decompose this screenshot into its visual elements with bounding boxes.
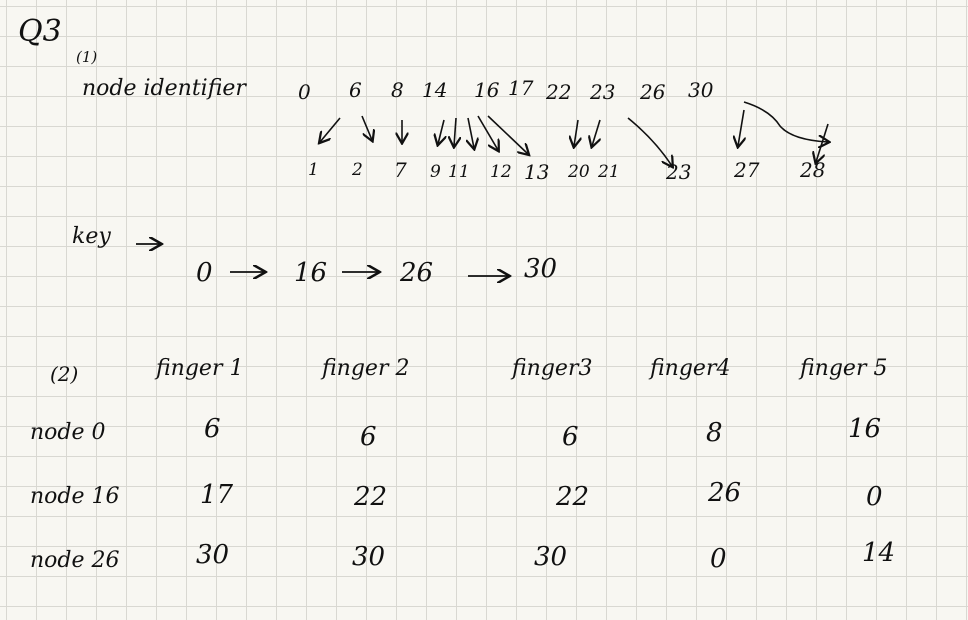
finger-cell: 0 xyxy=(710,544,727,574)
key-value: 1 xyxy=(308,160,319,180)
key-value: 20 xyxy=(568,162,590,182)
key-value: 9 xyxy=(430,162,441,182)
key-mapping-arrows xyxy=(136,101,968,620)
route-node: 30 xyxy=(524,254,558,284)
finger-cell: 22 xyxy=(556,482,590,512)
finger-cell: 16 xyxy=(848,414,882,444)
route-node: 26 xyxy=(400,258,434,288)
finger-cell: 30 xyxy=(352,542,386,572)
key-value: 23 xyxy=(666,160,692,184)
finger-cell: 26 xyxy=(708,478,742,508)
finger-cell: 6 xyxy=(360,422,377,452)
finger-header: finger 5 xyxy=(800,356,888,381)
key-value: 2 xyxy=(352,160,363,180)
row-label: node 26 xyxy=(30,548,120,573)
finger-header: finger4 xyxy=(650,356,731,381)
finger-header: finger 1 xyxy=(156,356,244,381)
key-value: 28 xyxy=(800,158,826,182)
key-label: key xyxy=(72,224,111,249)
finger-cell: 14 xyxy=(862,538,896,568)
finger-cell: 22 xyxy=(354,482,388,512)
route-node: 16 xyxy=(294,258,328,288)
key-value: 13 xyxy=(524,160,550,184)
finger-header: finger 2 xyxy=(322,356,410,381)
key-value: 11 xyxy=(448,162,470,182)
finger-cell: 0 xyxy=(866,482,883,512)
finger-cell: 8 xyxy=(706,418,723,448)
key-value: 27 xyxy=(734,158,760,182)
route-node: 0 xyxy=(196,258,213,288)
finger-cell: 6 xyxy=(562,422,579,452)
finger-header: finger3 xyxy=(512,356,593,381)
finger-cell: 30 xyxy=(196,540,230,570)
part2-label: (2) xyxy=(50,362,79,386)
key-value: 7 xyxy=(394,158,407,182)
finger-cell: 6 xyxy=(204,414,221,444)
finger-cell: 17 xyxy=(200,480,234,510)
row-label: node 16 xyxy=(30,484,120,509)
finger-cell: 30 xyxy=(534,542,568,572)
key-value: 12 xyxy=(490,162,512,182)
row-label: node 0 xyxy=(30,420,106,445)
key-value: 21 xyxy=(598,162,620,182)
